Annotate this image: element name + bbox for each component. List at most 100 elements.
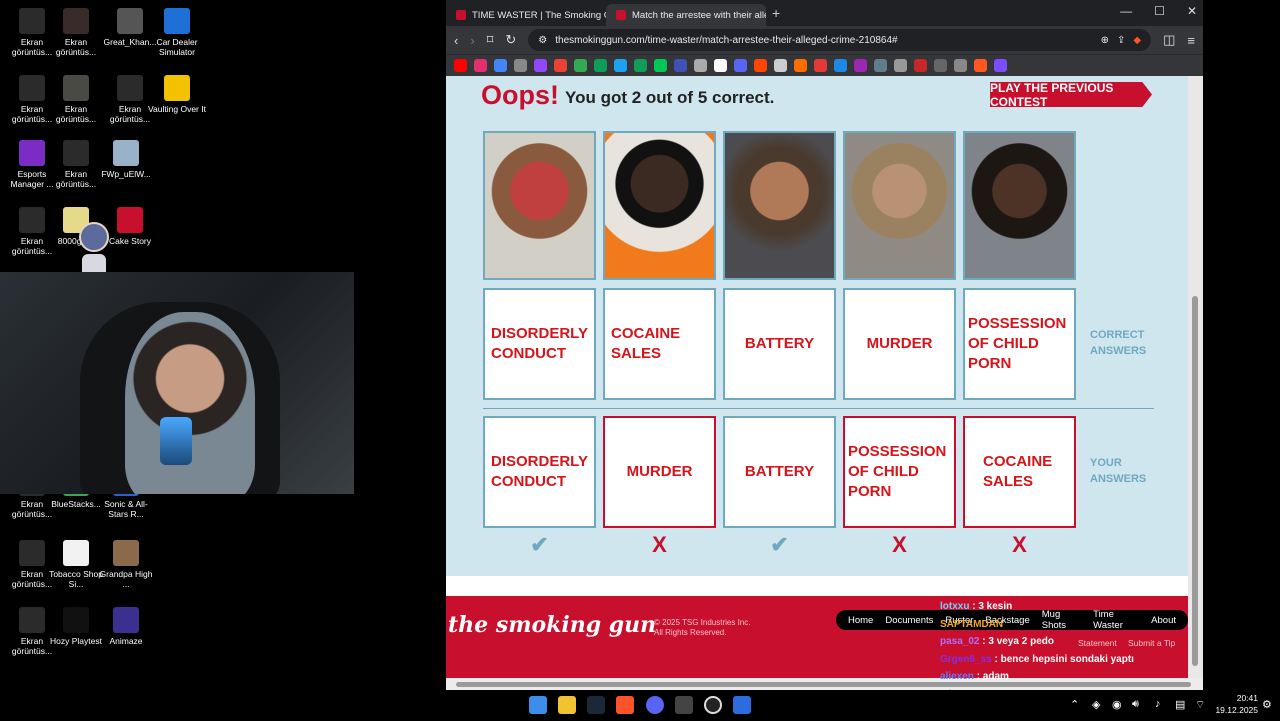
clock[interactable]: 20:41 19.12.2025 <box>1210 692 1258 716</box>
chat-username: Grgen6_ss <box>940 653 992 665</box>
share-icon[interactable]: ⇪ <box>1117 35 1125 46</box>
extensions-icon[interactable]: ◫ <box>1163 32 1175 48</box>
bookmark-favicon-icon[interactable] <box>894 59 907 72</box>
tray-steam-icon[interactable]: ◉ <box>1112 698 1122 711</box>
desktop-icon[interactable]: Animaze <box>96 607 156 646</box>
settings-app-icon[interactable] <box>733 696 751 714</box>
zoom-icon[interactable]: ⊕ <box>1101 35 1109 46</box>
bookmark-favicon-icon[interactable] <box>914 59 927 72</box>
chat-text: 3 kesin <box>978 601 1013 612</box>
bookmark-favicon-icon[interactable] <box>734 59 747 72</box>
chat-message: aliexen : adam <box>940 671 1009 682</box>
tray-chevron-icon[interactable]: ⌃ <box>1070 698 1079 711</box>
play-previous-contest-button[interactable]: PLAY THE PREVIOUS CONTEST <box>990 82 1152 107</box>
bookmark-favicon-icon[interactable] <box>514 59 527 72</box>
bookmark-favicon-icon[interactable] <box>654 59 667 72</box>
close-window-icon[interactable]: ✕ <box>1187 4 1197 18</box>
bookmark-favicon-icon[interactable] <box>694 59 707 72</box>
bookmark-favicon-icon[interactable] <box>854 59 867 72</box>
app-thumbnail-icon <box>117 75 143 101</box>
app-thumbnail-icon <box>63 607 89 633</box>
your-answer-3: Battery <box>723 416 836 528</box>
new-tab-icon[interactable]: + <box>772 5 780 21</box>
bookmark-icon[interactable]: ⌑ <box>487 32 494 48</box>
bookmark-favicon-icon[interactable] <box>974 59 987 72</box>
desktop-icon[interactable]: Grandpa High ... <box>96 540 156 589</box>
network-icon[interactable]: ▤ <box>1175 698 1185 711</box>
forward-icon[interactable]: › <box>470 33 474 48</box>
desktop-icon[interactable]: Vaulting Over It <box>147 75 207 114</box>
menu-icon[interactable]: ≡ <box>1187 33 1195 48</box>
scroll-thumb[interactable] <box>1192 296 1198 666</box>
wifi-icon[interactable]: ⌔ <box>1195 698 1205 712</box>
app-thumbnail-icon <box>117 207 143 233</box>
bookmark-favicon-icon[interactable] <box>474 59 487 72</box>
nav-toolbar: ‹ › ⌑ ↻ ⚙ thesmokinggun.com/time-waster/… <box>446 26 1203 54</box>
desktop-icon[interactable]: Car Dealer Simulator <box>147 8 207 57</box>
mugshot-1 <box>483 131 596 280</box>
footer-nav-link[interactable]: Home <box>848 615 873 626</box>
copyright: © 2025 TSG Industries Inc. All Rights Res… <box>654 618 751 637</box>
steam-icon[interactable] <box>587 696 605 714</box>
back-icon[interactable]: ‹ <box>454 33 458 48</box>
correct-answer-2: Cocaine Sales <box>603 288 716 400</box>
start-icon[interactable] <box>529 696 547 714</box>
bookmark-favicon-icon[interactable] <box>774 59 787 72</box>
bookmark-favicon-icon[interactable] <box>674 59 687 72</box>
your-answer-1: Disorderly Conduct <box>483 416 596 528</box>
site-info-icon[interactable]: ⚙ <box>538 35 547 46</box>
chat-message: lotxxu : 3 kesin <box>940 601 1013 612</box>
obs-icon[interactable] <box>704 696 722 714</box>
correct-answer-4: Murder <box>843 288 956 400</box>
bookmark-favicon-icon[interactable] <box>614 59 627 72</box>
discord-icon[interactable] <box>646 696 664 714</box>
tab-time-waster[interactable]: TIME WASTER | The Smoking Gun <box>446 4 606 26</box>
bookmark-favicon-icon[interactable] <box>954 59 967 72</box>
mic-icon[interactable]: ♪ <box>1155 698 1161 710</box>
bookmark-favicon-icon[interactable] <box>634 59 647 72</box>
bookmark-favicon-icon[interactable] <box>714 59 727 72</box>
file-explorer-icon[interactable] <box>558 696 576 714</box>
bookmark-favicon-icon[interactable] <box>554 59 567 72</box>
desktop-icon[interactable]: FWp_uElW... <box>96 140 156 179</box>
webcam-cup <box>160 417 192 465</box>
bookmark-favicon-icon[interactable] <box>594 59 607 72</box>
app-thumbnail-icon <box>113 540 139 566</box>
desktop-icon-label: Car Dealer Simulator <box>156 37 198 57</box>
chat-username: aliexen <box>940 671 974 682</box>
brave-icon[interactable] <box>616 696 634 714</box>
minimize-icon[interactable]: — <box>1120 4 1132 18</box>
correct-answer-5: Possession of Child Porn <box>963 288 1076 400</box>
desktop-icon[interactable]: Ekran görüntüs... <box>46 75 106 124</box>
bookmark-favicon-icon[interactable] <box>494 59 507 72</box>
bookmark-favicon-icon[interactable] <box>534 59 547 72</box>
maximize-icon[interactable]: ☐ <box>1154 4 1165 18</box>
desktop-icon[interactable]: Ekran görüntüs... <box>46 8 106 57</box>
tab-bar: TIME WASTER | The Smoking Gun Match the … <box>446 0 1203 26</box>
desktop: Ekran görüntüs... Ekran görüntüs... Great_… <box>0 0 446 690</box>
notifications-icon[interactable]: ⚙ <box>1262 698 1272 711</box>
volume-icon[interactable]: 🔊︎ <box>1132 698 1139 711</box>
app-thumbnail-icon <box>19 540 45 566</box>
reload-icon[interactable]: ↻ <box>505 32 516 48</box>
result-title: Oops! <box>481 80 559 110</box>
bookmark-favicon-icon[interactable] <box>834 59 847 72</box>
bookmark-favicon-icon[interactable] <box>574 59 587 72</box>
tab-match-arrestee[interactable]: Match the arrestee with their alle ✕ <box>606 4 766 26</box>
vertical-scrollbar[interactable] <box>1188 76 1203 680</box>
bookmark-favicon-icon[interactable] <box>814 59 827 72</box>
bookmark-favicon-icon[interactable] <box>874 59 887 72</box>
your-answers-label: YOUR ANSWERS <box>1090 457 1147 485</box>
bookmark-favicon-icon[interactable] <box>994 59 1007 72</box>
tray-app-icon[interactable]: ◈ <box>1092 698 1100 711</box>
chat-username: lotxxu <box>940 601 970 612</box>
bookmark-favicon-icon[interactable] <box>794 59 807 72</box>
bookmark-favicon-icon[interactable] <box>934 59 947 72</box>
app-icon[interactable] <box>675 696 693 714</box>
footer-nav-link[interactable]: Documents <box>885 615 933 626</box>
bookmark-favicon-icon[interactable] <box>454 59 467 72</box>
bookmark-favicon-icon[interactable] <box>754 59 767 72</box>
brave-shield-icon[interactable]: ◆ <box>1133 35 1141 46</box>
address-bar[interactable]: ⚙ thesmokinggun.com/time-waster/match-ar… <box>528 29 1152 51</box>
tsg-logo[interactable]: the smoking gun <box>448 612 656 638</box>
